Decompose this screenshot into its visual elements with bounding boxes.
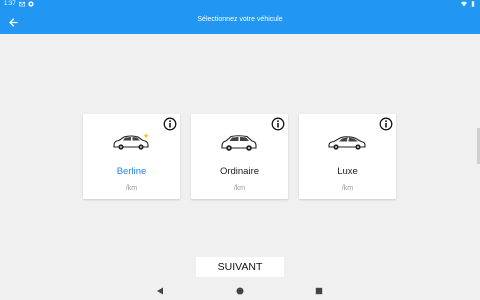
info-icon[interactable] xyxy=(379,117,393,131)
wifi-icon xyxy=(461,1,467,7)
vehicle-list: Berline /km Ordinaire /km Luxe /km xyxy=(83,114,396,199)
app-bar: Sélectionnez votre véhicule xyxy=(0,10,480,34)
vehicle-card-berline[interactable]: Berline /km xyxy=(83,114,180,199)
status-time: 1:37 xyxy=(4,1,16,7)
gmail-icon xyxy=(18,1,25,7)
vehicle-name: Berline xyxy=(116,166,147,177)
vehicle-price: /km xyxy=(341,185,354,192)
vehicle-name: Ordinaire xyxy=(219,166,260,177)
nav-home-icon[interactable] xyxy=(235,286,245,296)
vehicle-price: /km xyxy=(233,185,246,192)
vehicle-name: Luxe xyxy=(337,166,358,177)
vehicle-price: /km xyxy=(125,185,138,192)
page-title: Sélectionnez votre véhicule xyxy=(197,16,283,23)
vehicle-card-luxe[interactable]: Luxe /km xyxy=(299,114,396,199)
info-icon[interactable] xyxy=(163,117,177,131)
next-button[interactable]: SUIVANT xyxy=(196,257,284,277)
at-icon xyxy=(28,1,34,7)
info-icon[interactable] xyxy=(271,117,285,131)
vehicle-card-ordinaire[interactable]: Ordinaire /km xyxy=(191,114,288,199)
hatchback-icon xyxy=(221,135,257,151)
luxury-car-icon xyxy=(328,136,366,150)
battery-icon xyxy=(471,1,475,7)
nav-back-icon[interactable] xyxy=(155,286,165,296)
status-bar: 1:37 xyxy=(0,0,480,10)
nav-recents-icon[interactable] xyxy=(314,286,324,296)
sedan-sparkle-icon xyxy=(113,133,149,150)
system-nav-bar xyxy=(0,283,480,300)
